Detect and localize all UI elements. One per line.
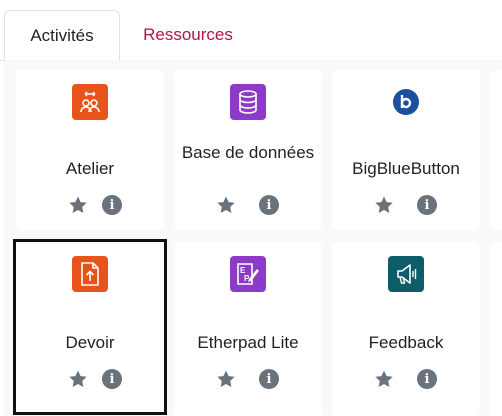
feedback-icon (388, 256, 424, 292)
database-icon (230, 84, 266, 120)
assignment-icon (72, 256, 108, 292)
star-icon[interactable] (215, 368, 237, 390)
module-card-partial[interactable] (490, 70, 502, 230)
star-icon[interactable] (67, 194, 89, 216)
info-icon[interactable]: i (416, 194, 438, 216)
info-icon[interactable]: i (258, 368, 280, 390)
module-card-partial[interactable] (490, 242, 502, 416)
info-icon[interactable]: i (101, 368, 123, 390)
module-card-feedback[interactable]: Feedback i (332, 242, 480, 416)
etherpad-icon: E P (230, 256, 266, 292)
star-icon[interactable] (373, 194, 395, 216)
module-name: BigBlueButton (352, 159, 460, 178)
module-name: Atelier (65, 159, 115, 178)
module-card-etherpad-lite[interactable]: E P Etherpad Lite i (174, 242, 322, 416)
info-icon[interactable]: i (416, 368, 438, 390)
module-card-base-de-donnees[interactable]: Base de données i (174, 70, 322, 230)
module-name: Etherpad Lite (197, 333, 299, 352)
module-name: Devoir (65, 333, 115, 352)
activity-chooser-tabs: Activités Ressources (0, 0, 502, 61)
tab-activites[interactable]: Activités (4, 10, 120, 61)
info-icon[interactable]: i (101, 194, 123, 216)
module-card-atelier[interactable]: Atelier i (16, 70, 164, 230)
module-name: Feedback (368, 333, 444, 352)
star-icon[interactable] (215, 194, 237, 216)
star-icon[interactable] (67, 368, 89, 390)
module-card-devoir[interactable]: Devoir i (13, 239, 167, 415)
module-name: Base de données (181, 143, 315, 162)
bigbluebutton-icon (388, 84, 424, 120)
star-icon[interactable] (373, 368, 395, 390)
info-icon[interactable]: i (258, 194, 280, 216)
svg-text:P: P (244, 274, 250, 283)
module-card-bigbluebutton[interactable]: BigBlueButton i (332, 70, 480, 230)
workshop-icon (72, 84, 108, 120)
activity-grid: Atelier i Base de données i BigBlueButto… (4, 60, 502, 416)
tab-ressources[interactable]: Ressources (128, 10, 248, 60)
